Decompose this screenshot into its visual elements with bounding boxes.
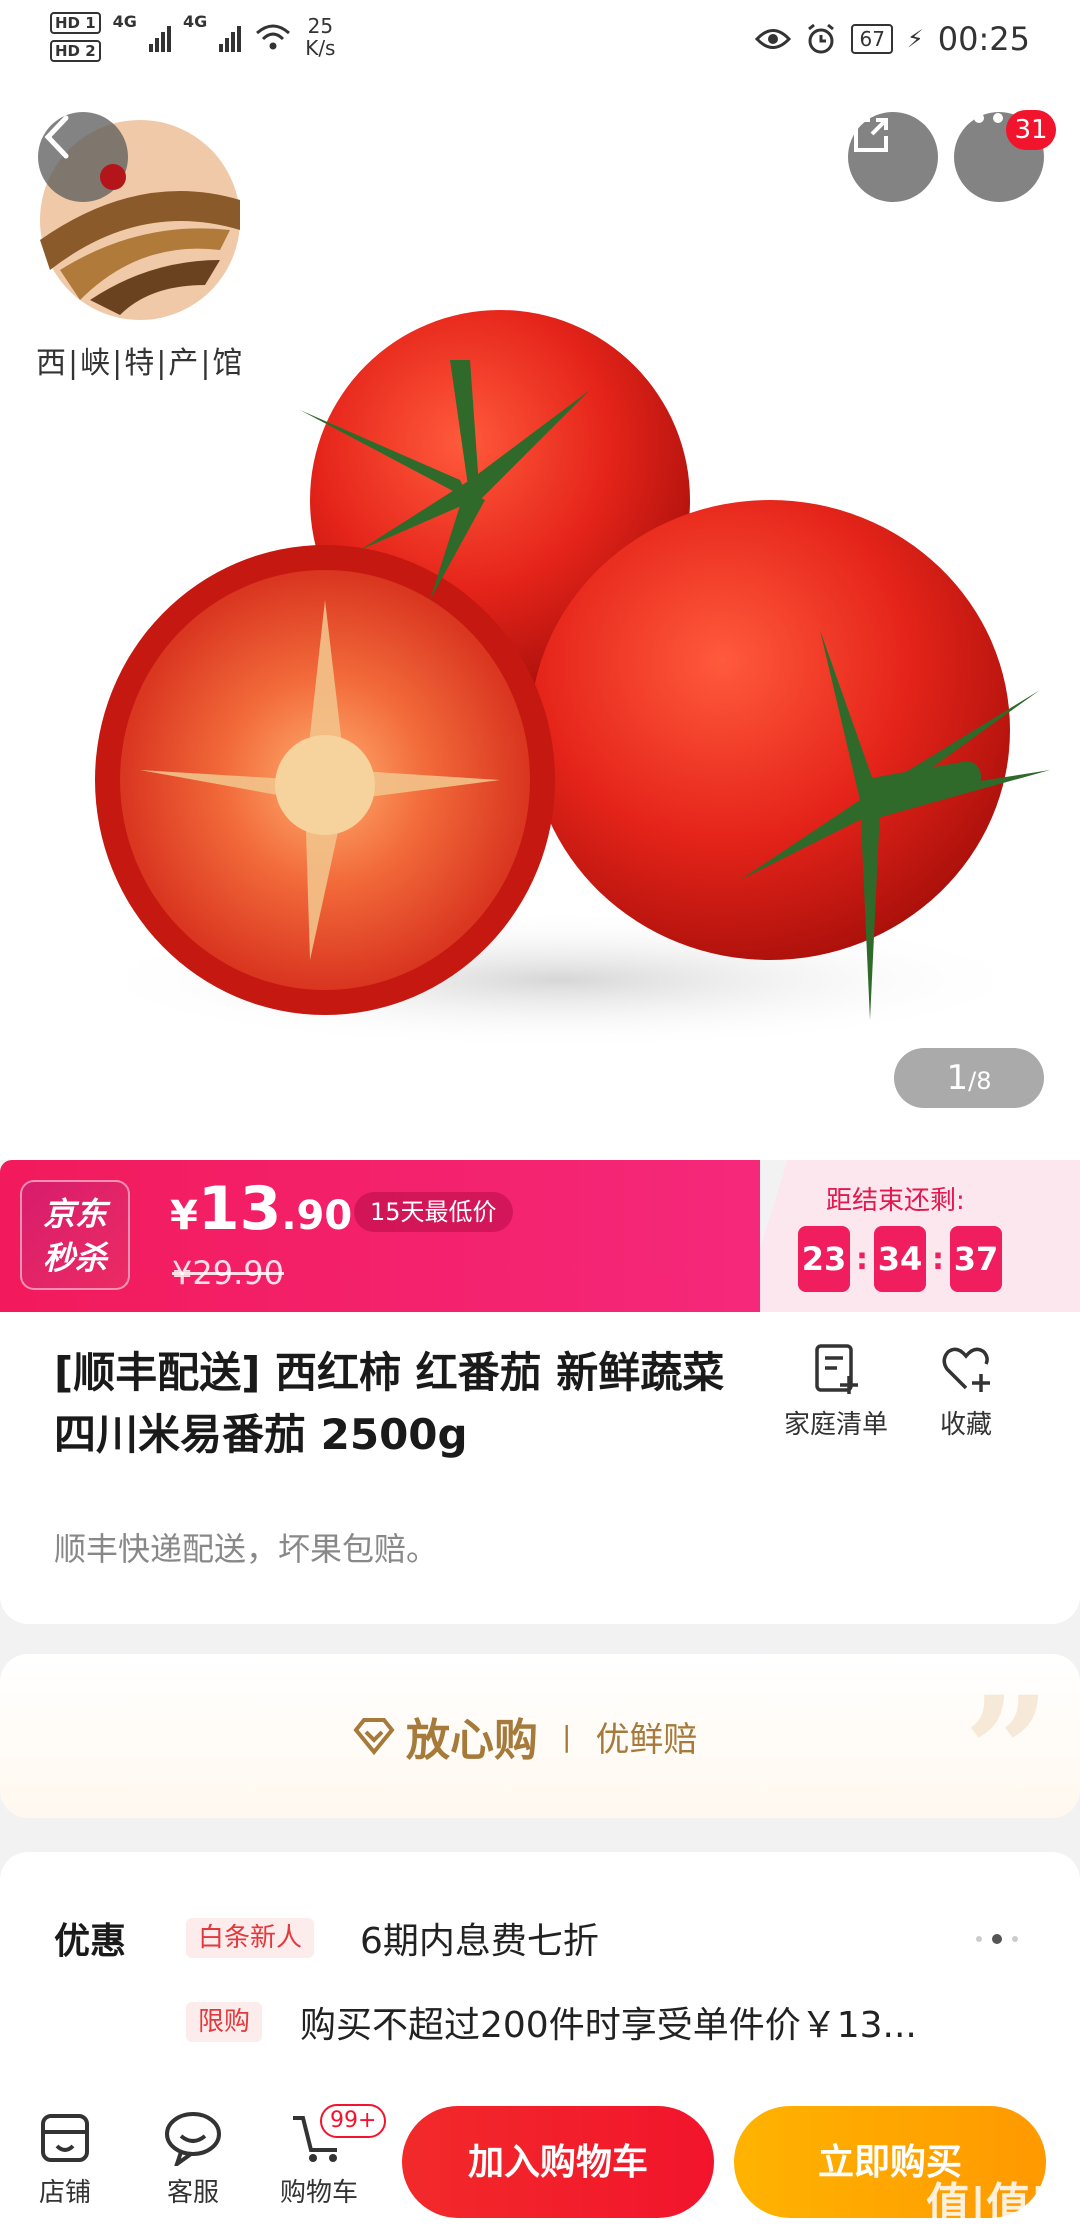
favorite-button[interactable]: 收藏 <box>896 1342 1036 1441</box>
battery-level: 67 <box>851 24 893 54</box>
status-bar: HD 1 HD 2 4G 4G 25 K/s 67 ⚡ 00:25 <box>0 0 1080 80</box>
alarm-icon <box>808 23 835 54</box>
assurance-separator: | <box>562 1719 572 1753</box>
promotion-text-limit: 购买不超过200件时享受单件价￥13... <box>300 2005 917 2046</box>
jd-flash-sale-logo: 京东 秒杀 <box>20 1180 130 1290</box>
baitiao-new-user-tag: 白条新人 <box>186 1918 315 1958</box>
countdown-minutes: 34 <box>874 1226 926 1292</box>
product-image-carousel[interactable]: 西|峡|特|产|馆 31 1/8 <box>0 80 1080 1160</box>
assurance-main-label: 放心购 <box>406 1715 538 1766</box>
cart-count-badge: 99+ <box>320 2104 387 2138</box>
clock: 00:25 <box>937 20 1030 58</box>
lowest-price-tag: 15天最低价 <box>354 1192 513 1232</box>
flash-sale-banner: 京东 秒杀 ¥13.90 ¥29.90 15天最低价 距结束还剩: 23 : 3… <box>0 1160 1080 1312</box>
status-left: HD 1 HD 2 4G 4G 25 K/s <box>50 12 335 62</box>
message-count-badge: 31 <box>1006 110 1056 150</box>
network-speed: 25 K/s <box>305 15 335 59</box>
product-info-card: [顺丰配送] 西红柿 红番茄 新鲜蔬菜 四川米易番茄 2500g 家庭清单 收藏… <box>0 1312 1080 1624</box>
shop-button[interactable]: 店铺 <box>10 2110 120 2209</box>
logo-line2: 秒杀 <box>42 1239 107 1277</box>
hd-indicators: HD 1 HD 2 <box>50 12 101 62</box>
eye-icon <box>755 29 792 49</box>
share-button[interactable] <box>848 112 938 202</box>
sale-price: ¥13.90 <box>170 1174 352 1244</box>
quote-mark-decoration: ” <box>963 1664 1050 1818</box>
service-label: 客服 <box>166 2178 219 2208</box>
site-watermark-url: zhizhizhi.com <box>930 2218 1039 2237</box>
promotion-card[interactable]: 优惠 白条新人 6期内息费七折 限购 购买不超过200件时享受单件价￥13... <box>0 1852 1080 2112</box>
chevron-left-icon <box>44 115 69 159</box>
speed-unit: K/s <box>305 36 336 60</box>
favorite-label: 收藏 <box>939 1410 992 1440</box>
price-integer: 13 <box>197 1174 282 1244</box>
assurance-content: 放心购 | 优鲜赔 <box>352 1704 697 1768</box>
customer-service-button[interactable]: 客服 <box>138 2110 248 2209</box>
bottom-action-bar: 店铺 客服 99+ 购物车 加入购物车 立即购买 <box>0 2088 1080 2240</box>
speed-value: 25 <box>307 14 334 38</box>
back-button[interactable] <box>38 112 128 202</box>
countdown-seconds: 37 <box>950 1226 1002 1292</box>
add-to-cart-button[interactable]: 加入购物车 <box>402 2106 714 2218</box>
promotion-label: 优惠 <box>54 1921 127 1962</box>
original-price: ¥29.90 <box>172 1254 284 1292</box>
countdown-separator: : <box>856 1241 868 1277</box>
store-icon <box>41 2114 89 2162</box>
chat-bubble-icon <box>165 2112 221 2166</box>
share-icon <box>854 118 888 152</box>
product-subtitle: 顺丰快递配送，坏果包赔。 <box>54 1530 439 1568</box>
signal-icon-2 <box>219 22 242 52</box>
family-list-label: 家庭清单 <box>783 1410 888 1440</box>
countdown-separator: : <box>932 1241 944 1277</box>
countdown-hours: 23 <box>798 1226 850 1292</box>
list-add-icon <box>815 1344 858 1394</box>
image-page-indicator: 1/8 <box>894 1048 1044 1108</box>
page-current: 1 <box>946 1058 969 1098</box>
price-symbol: ¥ <box>170 1193 198 1239</box>
status-right: 67 ⚡ 00:25 <box>755 20 1030 58</box>
heart-add-icon <box>942 1347 990 1392</box>
purchase-limit-tag: 限购 <box>186 2002 263 2042</box>
network-label-2: 4G <box>182 12 208 31</box>
family-list-button[interactable]: 家庭清单 <box>766 1342 906 1441</box>
assurance-card[interactable]: ” 放心购 | 优鲜赔 <box>0 1654 1080 1818</box>
more-dots-icon <box>955 113 1003 123</box>
price-decimal: .90 <box>281 1193 353 1239</box>
cart-label: 购物车 <box>279 2178 358 2208</box>
logo-line1: 京东 <box>42 1195 107 1233</box>
promotion-text-installment: 6期内息费七折 <box>360 1921 599 1962</box>
signal-icon-1 <box>148 22 171 52</box>
shop-label: 店铺 <box>38 2178 91 2208</box>
cart-button[interactable]: 99+ 购物车 <box>264 2104 387 2209</box>
charging-icon: ⚡ <box>906 25 924 53</box>
wifi-icon <box>256 24 291 50</box>
unread-dot <box>100 164 126 190</box>
countdown-timer: 23 : 34 : 37 <box>798 1226 1002 1292</box>
network-label-1: 4G <box>112 12 137 31</box>
product-title: [顺丰配送] 西红柿 红番茄 新鲜蔬菜 四川米易番茄 2500g <box>54 1348 725 1459</box>
hd1-icon: HD 1 <box>50 12 101 34</box>
assurance-sub-label: 优鲜赔 <box>595 1719 698 1760</box>
shop-logo-text: 西|峡|特|产|馆 <box>36 346 245 381</box>
page-total: /8 <box>968 1067 992 1095</box>
carousel-dots <box>976 1934 1018 1944</box>
countdown-title: 距结束还剩: <box>826 1186 965 1216</box>
hd2-icon: HD 2 <box>50 40 101 62</box>
diamond-icon <box>353 1718 395 1756</box>
